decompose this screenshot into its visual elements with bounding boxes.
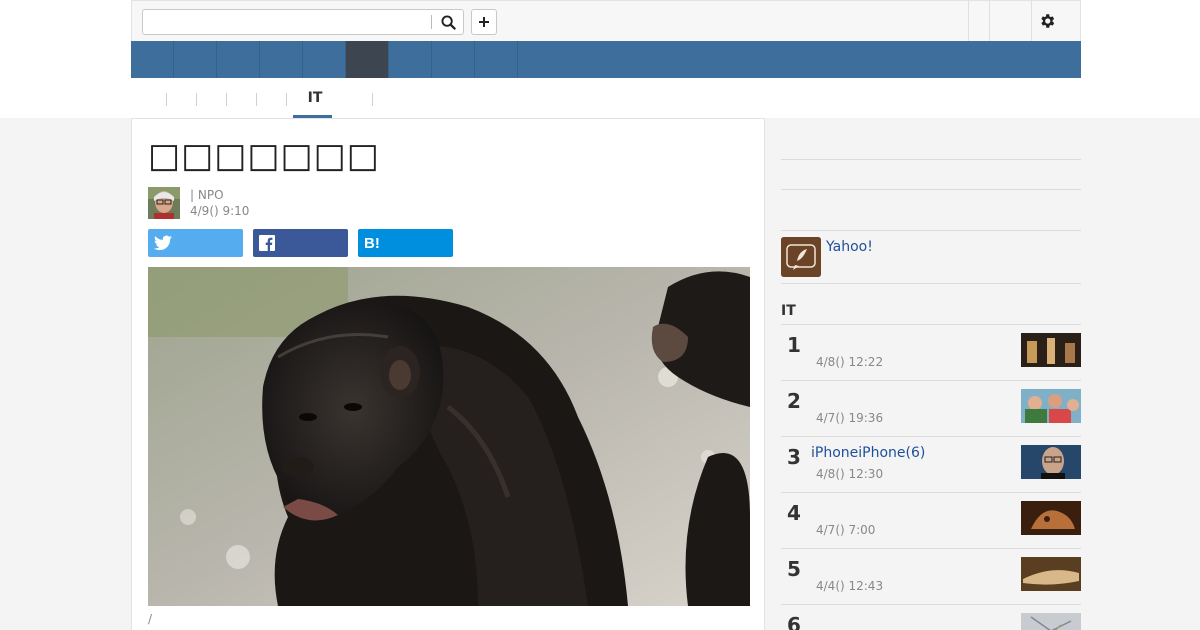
nav-item[interactable] [432, 41, 475, 78]
ranking-item[interactable]: 2 4/7() 19:36 [781, 380, 1081, 436]
rank-date: 4/8() 12:22 [816, 355, 884, 369]
rank-thumbnail[interactable] [1021, 501, 1081, 535]
nav-item[interactable] [389, 41, 432, 78]
settings-button[interactable] [1036, 10, 1058, 32]
rank-date: 4/7() 19:36 [816, 411, 884, 425]
nav-item[interactable] [475, 41, 518, 78]
plus-icon [479, 17, 489, 27]
ranking-item[interactable]: 5 4/4() 12:43 [781, 548, 1081, 604]
header-divider [968, 1, 969, 41]
facebook-share-button[interactable] [253, 229, 348, 257]
author-name[interactable]: | NPO [190, 188, 224, 202]
rank-thumbnail[interactable] [1021, 613, 1081, 630]
rank-thumbnail[interactable] [1021, 389, 1081, 423]
hatena-bookmark-button[interactable]: B! [358, 229, 453, 257]
facebook-icon [259, 235, 275, 251]
subtab-it-active[interactable]: IT [287, 86, 343, 119]
sidebar-divider [781, 189, 1081, 190]
search-box [142, 9, 464, 35]
category-nav [131, 41, 1081, 78]
rank-number: 5 [787, 557, 801, 581]
nav-item[interactable] [217, 41, 260, 78]
sidebar-divider [781, 283, 1081, 284]
twitter-icon [154, 235, 172, 251]
rank-date: 4/8() 12:30 [816, 467, 884, 481]
article: □□□□□□□ | NPO 4/9() 9:10 B! / [131, 118, 765, 630]
rank-date: 4/4() 12:43 [816, 579, 884, 593]
nav-item[interactable] [303, 41, 346, 78]
rank-thumbnail[interactable] [1021, 333, 1081, 367]
ranking-heading: IT [781, 303, 796, 319]
hatena-label: B! [364, 234, 380, 252]
search-button[interactable] [435, 12, 461, 32]
search-divider [431, 15, 432, 29]
subtab[interactable] [197, 86, 227, 119]
ranking-item[interactable]: 3 iPhoneiPhone(6) 4/8() 12:30 [781, 436, 1081, 492]
article-date: 4/9() 9:10 [190, 204, 250, 218]
subtab[interactable] [257, 86, 287, 119]
rank-number: 2 [787, 389, 801, 413]
header-divider [1031, 1, 1032, 41]
nav-item[interactable] [260, 41, 303, 78]
sidebar: Yahoo! IT 1 4/8() 12:22 2 4/7() 19:36 3 … [781, 118, 1081, 630]
nav-item[interactable] [174, 41, 217, 78]
header-divider [989, 1, 990, 41]
ranking-item[interactable]: 4 4/7() 7:00 [781, 492, 1081, 548]
rank-date: 4/7() 7:00 [816, 523, 876, 537]
rank-title[interactable]: iPhoneiPhone(6) [811, 445, 925, 461]
subtab[interactable] [131, 86, 167, 119]
article-photo [148, 267, 750, 606]
photo-caption: / [148, 612, 153, 626]
subtab[interactable] [167, 86, 197, 119]
rank-number: 4 [787, 501, 801, 525]
subtab[interactable] [343, 86, 373, 119]
rank-number: 1 [787, 333, 801, 357]
gear-icon [1041, 14, 1055, 28]
sidebar-divider [781, 230, 1081, 231]
twitter-share-button[interactable] [148, 229, 243, 257]
yahoo-feather-icon[interactable] [781, 237, 821, 277]
site-header [131, 0, 1081, 41]
rank-number: 6 [787, 613, 801, 630]
add-button[interactable] [471, 9, 497, 35]
subtab-label: IT [307, 90, 323, 106]
subcategory-tabs: IT [131, 86, 373, 119]
author-avatar[interactable] [148, 187, 180, 219]
search-input[interactable] [143, 10, 431, 34]
subtab[interactable] [227, 86, 257, 119]
tab-separator [372, 93, 373, 106]
ranking-item[interactable]: 1 4/8() 12:22 [781, 324, 1081, 380]
nav-item[interactable] [131, 41, 174, 78]
article-title: □□□□□□□ [148, 136, 380, 176]
sidebar-divider [781, 159, 1081, 160]
search-icon [440, 14, 456, 30]
rank-number: 3 [787, 445, 801, 469]
yahoo-link[interactable]: Yahoo! [826, 239, 873, 255]
nav-item-active[interactable] [346, 41, 389, 78]
rank-thumbnail[interactable] [1021, 557, 1081, 591]
ranking-item[interactable]: 6 [781, 604, 1081, 630]
rank-thumbnail[interactable] [1021, 445, 1081, 479]
